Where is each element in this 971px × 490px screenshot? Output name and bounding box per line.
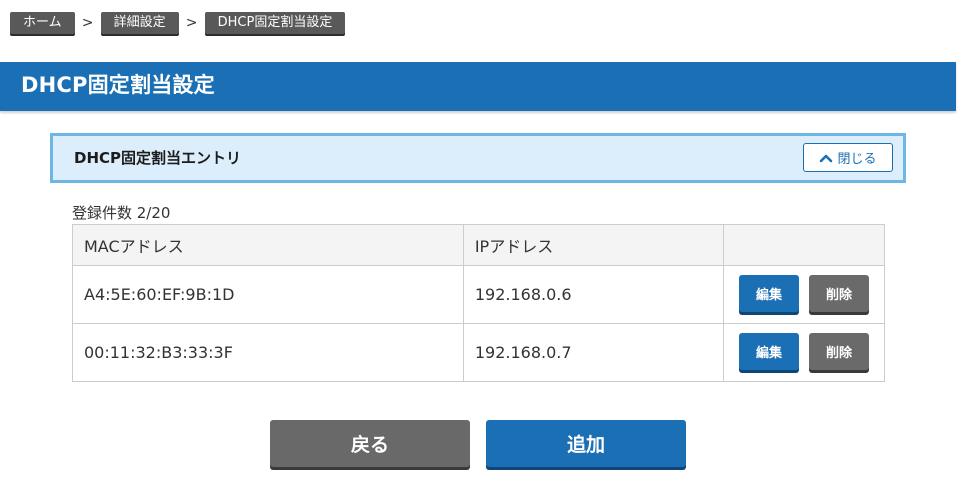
entries-table: MACアドレス IPアドレス A4:5E:60:EF:9B:1D 192.168… xyxy=(72,224,885,382)
table-row: A4:5E:60:EF:9B:1D 192.168.0.6 編集 削除 xyxy=(72,265,885,324)
edit-button[interactable]: 編集 xyxy=(739,333,800,370)
ip-address-cell: 192.168.0.7 xyxy=(462,323,725,382)
actions-cell: 編集 削除 xyxy=(723,323,885,382)
ip-address-cell: 192.168.0.6 xyxy=(462,265,725,324)
entry-count: 登録件数 2/20 xyxy=(72,204,171,222)
header-actions xyxy=(723,224,885,266)
close-section-button[interactable]: 閉じる xyxy=(803,143,893,172)
section-title: DHCP固定割当エントリ xyxy=(74,149,242,167)
breadcrumb-separator: > xyxy=(81,15,94,31)
table-header-row: MACアドレス IPアドレス xyxy=(72,224,885,266)
mac-address-cell: 00:11:32:B3:33:3F xyxy=(72,323,464,382)
actions-cell: 編集 削除 xyxy=(723,265,885,324)
edit-button[interactable]: 編集 xyxy=(739,275,800,312)
breadcrumb-advanced-settings[interactable]: 詳細設定 xyxy=(100,12,179,34)
section-header: DHCP固定割当エントリ 閉じる xyxy=(50,133,906,183)
add-button[interactable]: 追加 xyxy=(486,420,686,467)
chevron-up-icon xyxy=(820,154,833,162)
page-title: DHCP固定割当設定 xyxy=(21,73,215,97)
breadcrumb-dhcp-static[interactable]: DHCP固定割当設定 xyxy=(204,12,346,34)
close-section-label: 閉じる xyxy=(837,152,877,167)
breadcrumb: ホーム > 詳細設定 > DHCP固定割当設定 xyxy=(10,12,346,34)
back-button[interactable]: 戻る xyxy=(270,420,470,467)
delete-button[interactable]: 削除 xyxy=(809,333,870,370)
header-mac-address: MACアドレス xyxy=(72,224,464,266)
breadcrumb-separator: > xyxy=(185,15,198,31)
header-ip-address: IPアドレス xyxy=(462,224,725,266)
table-row: 00:11:32:B3:33:3F 192.168.0.7 編集 削除 xyxy=(72,323,885,382)
title-bar: DHCP固定割当設定 xyxy=(0,62,956,111)
page: ホーム > 詳細設定 > DHCP固定割当設定 DHCP固定割当設定 DHCP固… xyxy=(0,0,971,490)
breadcrumb-home[interactable]: ホーム xyxy=(10,12,75,34)
mac-address-cell: A4:5E:60:EF:9B:1D xyxy=(72,265,464,324)
delete-button[interactable]: 削除 xyxy=(809,275,870,312)
